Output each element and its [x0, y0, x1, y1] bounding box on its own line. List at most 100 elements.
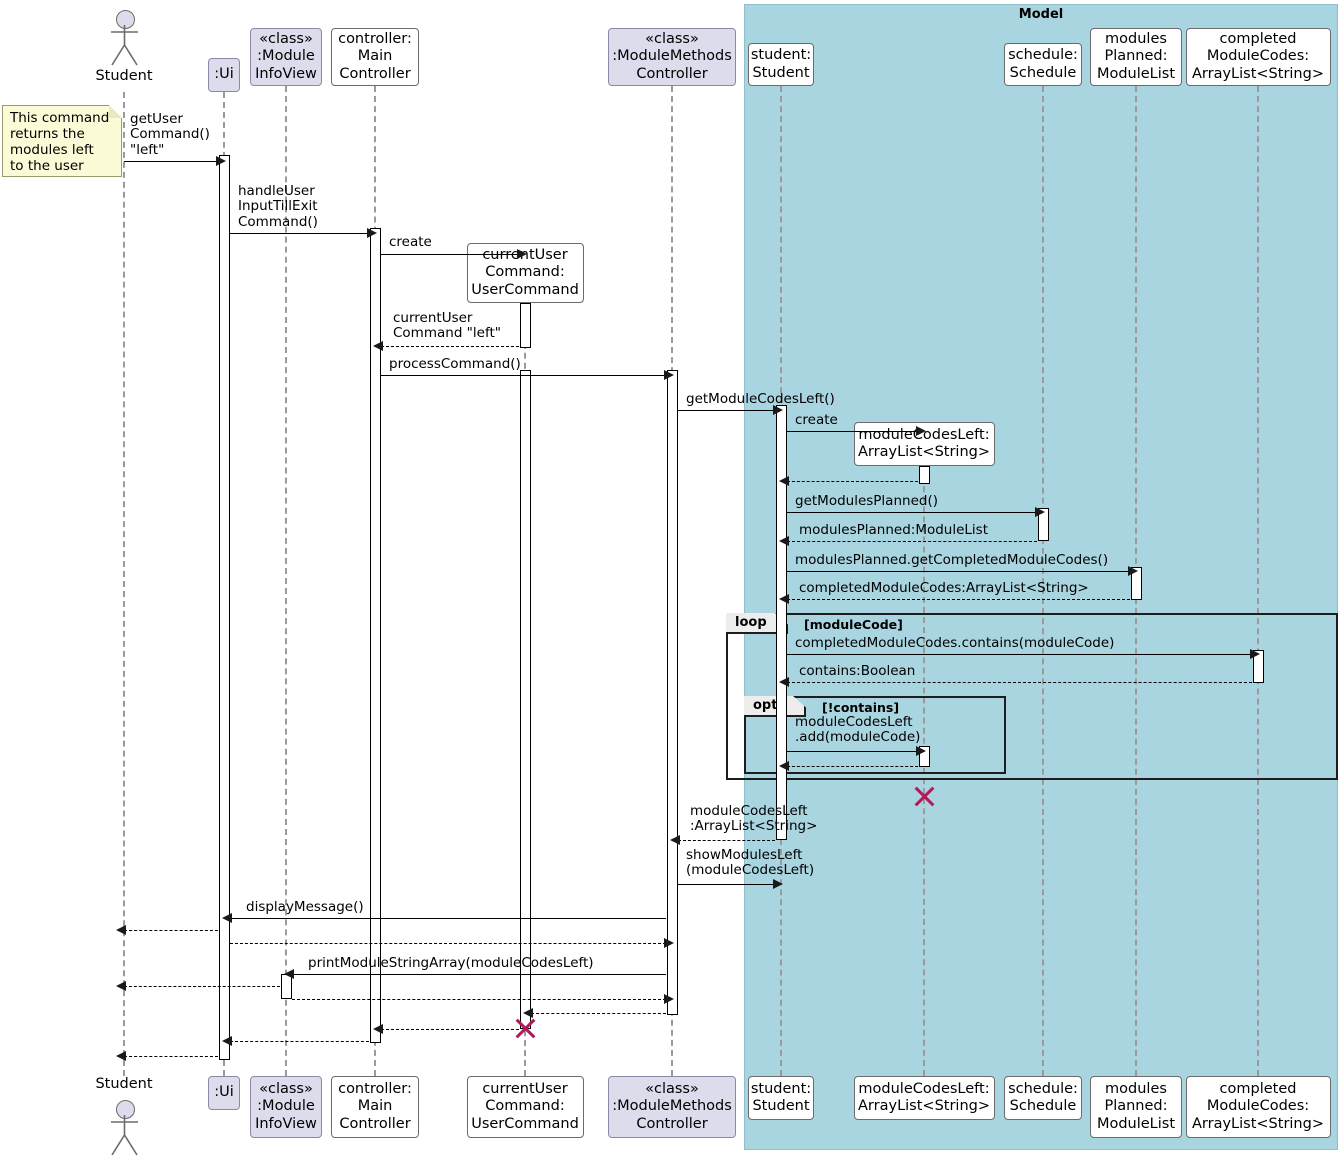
message-line: [381, 1029, 519, 1030]
message-line: [381, 254, 519, 255]
message-label-m10: modulesPlanned:ModuleList: [799, 522, 989, 538]
participant-label: schedule: Schedule: [1008, 47, 1078, 81]
message-label-m12: completedModuleCodes:ArrayList<String>: [799, 580, 1089, 596]
participant-maincon-bot: controller: Main Controller: [331, 1076, 419, 1138]
participant-ui-top: :Ui: [208, 58, 240, 92]
message-line: [230, 1041, 369, 1042]
fragment-loop-condition: [moduleCode]: [804, 617, 903, 632]
participant-label: student: Student: [750, 1080, 812, 1114]
arrowhead-icon: [373, 1024, 383, 1034]
arrowhead-icon: [284, 969, 294, 979]
message-line: [678, 840, 775, 841]
participant-schedule-bot: schedule: Schedule: [1004, 1076, 1082, 1120]
participant-label: «class» :ModuleMethods Controller: [612, 31, 732, 82]
message-line: [787, 571, 1130, 572]
arrowhead-icon: [670, 835, 680, 845]
message-line: [292, 999, 666, 1000]
message-line: [787, 682, 1252, 683]
participant-label: modules Planned: ModuleList: [1096, 31, 1176, 82]
message-line: [787, 766, 918, 767]
message-line: [531, 1013, 666, 1014]
lifeline-completed: [1257, 86, 1259, 1076]
message-label-m14: contains:Boolean: [799, 663, 916, 679]
model-group-label: Model: [1018, 7, 1064, 22]
participant-label: currentUser Command: UserCommand: [471, 1081, 579, 1132]
activation-a-stu-1: [775, 405, 787, 840]
participant-label: «class» :Module InfoView: [255, 31, 317, 82]
activation-a-mm-1: [666, 370, 678, 1015]
participant-mcleft-bot: moduleCodesLeft: ArrayList<String>: [853, 1076, 995, 1120]
message-line: [787, 654, 1252, 655]
participant-completed-bot: completed ModuleCodes: ArrayList<String>: [1185, 1076, 1331, 1138]
message-line: [787, 512, 1037, 513]
message-line: [230, 233, 369, 234]
participant-student-bot: student: Student: [748, 1076, 814, 1120]
arrowhead-icon: [773, 879, 783, 889]
lifeline-view: [285, 86, 287, 1076]
participant-label: schedule: Schedule: [1008, 1080, 1078, 1114]
arrowhead-icon: [779, 761, 789, 771]
participant-ui-bot: :Ui: [208, 1076, 240, 1110]
arrowhead-icon: [373, 341, 383, 351]
message-label-m22: printModuleStringArray(moduleCodesLeft): [308, 955, 594, 971]
arrowhead-icon: [779, 677, 789, 687]
message-label-m18: showModulesLeft (moduleCodesLeft): [686, 847, 815, 879]
participant-label: «class» :ModuleMethods Controller: [612, 1081, 732, 1132]
message-label-m06: getModuleCodesLeft(): [686, 391, 835, 407]
message-label-m03: create: [389, 234, 432, 250]
actor-label-top: Student: [95, 68, 153, 84]
message-line: [381, 346, 519, 347]
message-line: [678, 884, 775, 885]
message-line: [787, 599, 1130, 600]
participant-student-top: student: Student: [748, 43, 814, 86]
message-label-m04: currentUser Command "left": [393, 310, 501, 342]
activation-a-cmd-2: [519, 370, 531, 1029]
arrowhead-icon: [664, 370, 674, 380]
fragment-opt-condition: [!contains]: [822, 700, 900, 715]
message-line: [124, 1056, 218, 1057]
sequence-diagram-canvas: Model Student Student:Ui:Ui «class» :Module…: [0, 0, 1342, 1160]
arrowhead-icon: [916, 746, 926, 756]
message-line: [787, 541, 1037, 542]
participant-modmeth-bot: «class» :ModuleMethods Controller: [608, 1076, 736, 1138]
participant-label: «class» :Module InfoView: [255, 1081, 317, 1132]
message-label-m11: modulesPlanned.getCompletedModuleCodes(): [795, 552, 1109, 568]
message-label-m17: moduleCodesLeft :ArrayList<String>: [690, 803, 818, 835]
arrowhead-icon: [664, 994, 674, 1004]
message-line: [292, 974, 666, 975]
message-label-m15: moduleCodesLeft .add(moduleCode): [795, 714, 921, 746]
participant-view-top: «class» :Module InfoView: [250, 28, 322, 86]
participant-view-bot: «class» :Module InfoView: [250, 1076, 322, 1138]
arrowhead-icon: [216, 156, 226, 166]
destroy-marker-mcleft: [912, 784, 937, 809]
message-line: [381, 375, 666, 376]
arrowhead-icon: [1250, 649, 1260, 659]
participant-completed-top: completed ModuleCodes: ArrayList<String>: [1185, 28, 1331, 86]
participant-schedule-top: schedule: Schedule: [1004, 43, 1082, 86]
participant-label: student: Student: [750, 47, 812, 81]
message-label-m05: processCommand(): [389, 356, 521, 372]
arrowhead-icon: [916, 426, 926, 436]
arrowhead-icon: [222, 913, 232, 923]
activation-a-ui-1: [218, 155, 230, 1060]
participant-usercmd-bot: currentUser Command: UserCommand: [466, 1076, 584, 1138]
message-label-m02: handleUser InputTillExit Command(): [238, 183, 318, 230]
participant-modmeth-top: «class» :ModuleMethods Controller: [608, 28, 736, 86]
message-line: [124, 161, 218, 162]
participant-maincon-top: controller: Main Controller: [331, 28, 419, 86]
message-line: [787, 751, 918, 752]
participant-label: modules Planned: ModuleList: [1096, 1081, 1176, 1132]
arrowhead-icon: [367, 228, 377, 238]
arrowhead-icon: [116, 981, 126, 991]
message-label-m13: completedModuleCodes.contains(moduleCode…: [795, 635, 1115, 651]
destroy-marker-usercmd: [513, 1016, 538, 1041]
arrowhead-icon: [1128, 566, 1138, 576]
participant-label: completed ModuleCodes: ArrayList<String>: [1192, 31, 1324, 82]
arrowhead-icon: [664, 938, 674, 948]
message-line: [230, 918, 666, 919]
participant-label: completed ModuleCodes: ArrayList<String>: [1192, 1081, 1324, 1132]
arrowhead-icon: [517, 249, 527, 259]
arrowhead-icon: [116, 925, 126, 935]
message-label-m09: getModulesPlanned(): [795, 493, 938, 509]
arrowhead-icon: [1035, 507, 1045, 517]
